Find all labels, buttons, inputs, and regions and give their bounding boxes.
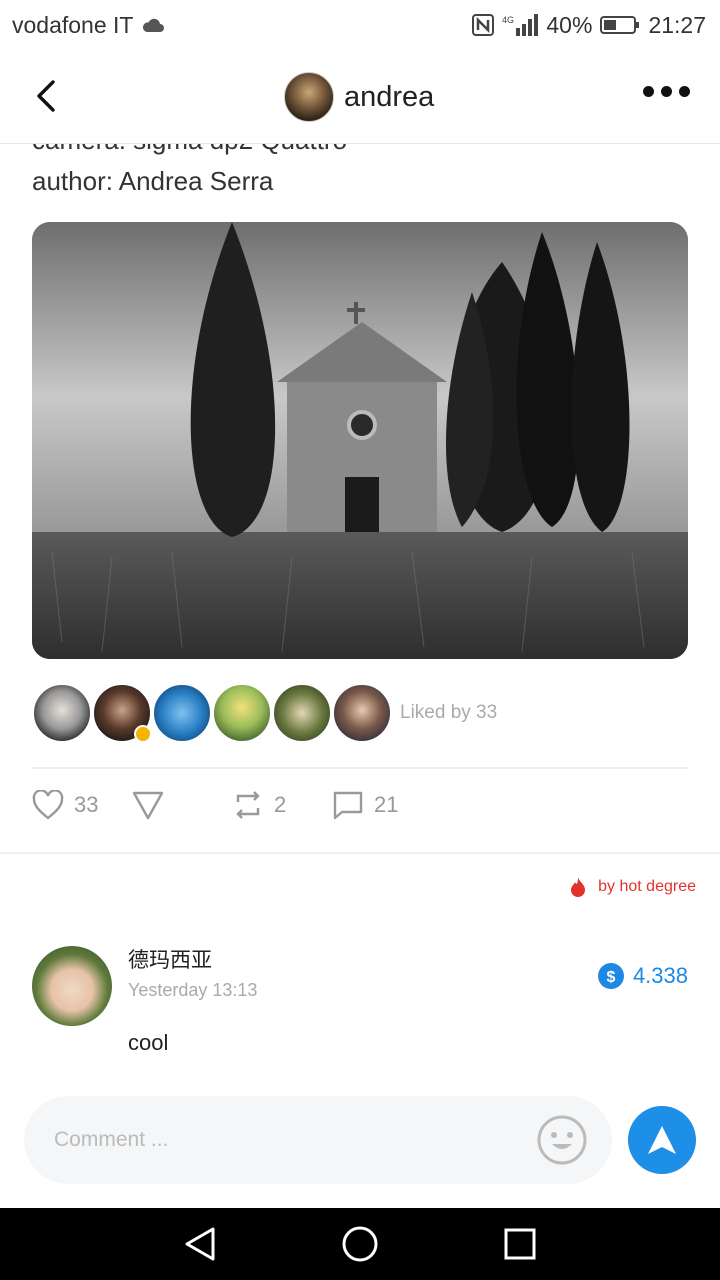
coin-icon: $ — [597, 963, 624, 989]
commenter-avatar[interactable] — [32, 946, 112, 1026]
chapel-photo-illustration — [32, 222, 688, 659]
repost-icon — [236, 791, 260, 819]
status-left: vodafone IT — [12, 12, 165, 39]
cloud-icon — [141, 17, 165, 33]
comment-score[interactable]: $ 4.338 — [597, 962, 688, 990]
action-bar: 33 2 21 — [32, 790, 688, 830]
nav-home-button[interactable] — [330, 1214, 390, 1274]
comment-count: 21 — [374, 792, 399, 817]
liker-avatar[interactable] — [92, 683, 152, 743]
nav-back-button[interactable] — [170, 1214, 230, 1274]
dot-icon — [643, 86, 654, 97]
post-photo[interactable] — [32, 222, 688, 659]
comment-text: cool — [128, 1030, 169, 1055]
score-value: 4.338 — [632, 963, 688, 988]
likers-row[interactable]: Liked by 33 — [32, 683, 497, 743]
section-divider — [0, 852, 720, 854]
status-bar: vodafone IT 4G 40% 21:27 — [0, 0, 720, 50]
like-count: 33 — [74, 792, 99, 817]
dot-icon — [679, 86, 690, 97]
commenter-name[interactable]: 德玛西亚 — [128, 944, 212, 974]
send-arrow-icon — [648, 1126, 676, 1154]
profile-title[interactable]: andrea — [284, 72, 434, 122]
verified-badge-icon — [134, 725, 152, 743]
author-line: author: Andrea Serra — [32, 166, 274, 196]
liker-avatar[interactable] — [332, 683, 392, 743]
clock: 21:27 — [648, 11, 706, 38]
heart-icon — [32, 790, 64, 820]
battery-icon — [600, 15, 640, 35]
comment-time: Yesterday 13:13 — [128, 980, 258, 1000]
send-button[interactable] — [628, 1106, 696, 1174]
square-recents-icon — [504, 1228, 536, 1260]
carrier-label: vodafone IT — [12, 11, 134, 38]
dot-icon — [661, 86, 672, 97]
comment-icon — [333, 791, 363, 820]
page-title[interactable]: andrea — [344, 81, 434, 114]
sort-label: by hot degree — [598, 878, 696, 895]
circle-home-icon — [342, 1226, 378, 1262]
liker-avatar[interactable] — [272, 683, 332, 743]
top-app-bar: andrea — [0, 50, 720, 144]
status-right: 4G 40% 21:27 — [472, 12, 706, 39]
signal-icon: 4G — [502, 14, 539, 36]
avatar[interactable] — [284, 72, 334, 122]
liker-avatar[interactable] — [212, 683, 272, 743]
downvote-button[interactable] — [132, 790, 164, 820]
nav-recents-button[interactable] — [490, 1214, 550, 1274]
comment-button[interactable]: 21 — [332, 790, 398, 820]
comment-input[interactable] — [54, 1118, 514, 1162]
repost-count: 2 — [274, 792, 287, 817]
liker-avatar[interactable] — [32, 683, 92, 743]
svg-text:$: $ — [606, 969, 615, 986]
triangle-down-icon — [132, 791, 164, 820]
back-button[interactable] — [26, 76, 66, 116]
flame-icon — [571, 877, 586, 897]
liker-avatar[interactable] — [152, 683, 212, 743]
emoji-icon[interactable] — [536, 1114, 588, 1166]
like-button[interactable]: 33 — [32, 790, 98, 820]
triangle-back-icon — [185, 1227, 215, 1261]
comment-item[interactable]: 德玛西亚 Yesterday 13:13 cool $ 4.338 — [32, 944, 688, 1068]
system-nav-bar — [0, 1208, 720, 1280]
repost-button[interactable]: 2 — [232, 790, 286, 820]
comment-composer — [24, 1096, 612, 1184]
divider — [32, 767, 688, 769]
liked-by-label[interactable]: Liked by 33 — [400, 702, 497, 724]
more-options-button[interactable] — [643, 86, 690, 97]
post-content[interactable]: camera: sigma dp2 Quattro author: Andrea… — [0, 50, 720, 1072]
battery-percent: 40% — [546, 11, 593, 38]
nfc-icon — [472, 14, 495, 36]
sort-toggle[interactable]: by hot degree — [568, 876, 696, 898]
svg-text:4G: 4G — [502, 15, 514, 25]
chevron-left-icon — [37, 80, 55, 112]
